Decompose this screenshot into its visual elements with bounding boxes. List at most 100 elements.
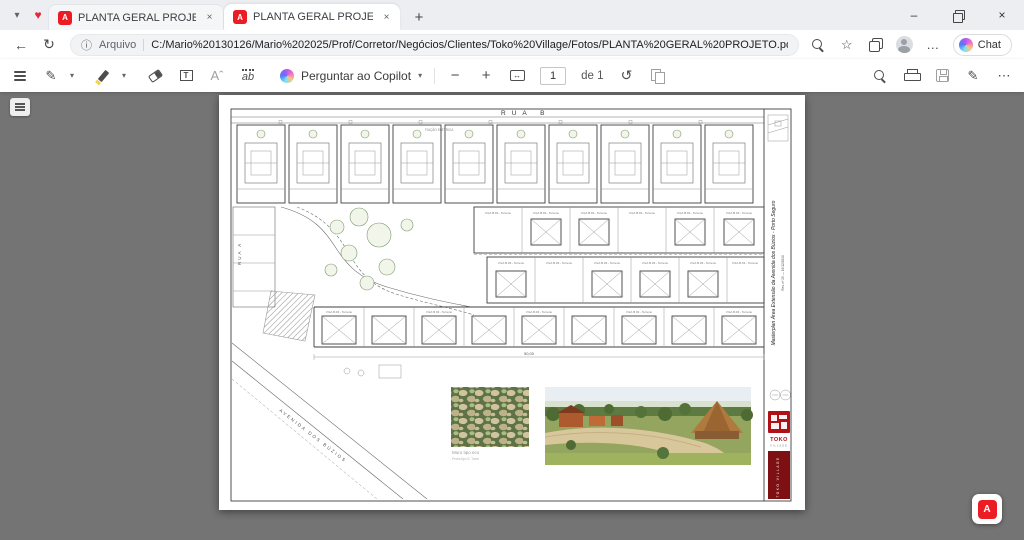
toolbar-divider: [434, 68, 435, 84]
zoom-indicator-icon[interactable]: [809, 36, 827, 54]
tab-2-label: PLANTA GERAL PROJETO.pdf: [253, 11, 373, 23]
pdf-toolbar: ✎ ▾ ▾ T Aˆ ab Perguntar ao Copilot ▾ − +…: [0, 59, 1024, 92]
tab-1-close-icon[interactable]: ×: [202, 10, 217, 25]
pdf-viewer-canvas[interactable]: RUA B FIAÇÃO ELÉTRICA: [0, 92, 1024, 540]
page-info-icon[interactable]: ⓘ: [81, 37, 92, 53]
save-button[interactable]: [934, 64, 950, 88]
brand-side-label: TOKO VILLAGE: [776, 456, 780, 497]
minimize-button[interactable]: –: [892, 0, 936, 30]
svg-text:VILA B.03 - Terreno: VILA B.03 - Terreno: [581, 211, 607, 215]
back-button[interactable]: ←: [8, 33, 34, 57]
lower-lot-row: VILA B.03 - Terreno VILA B.03 - Terreno …: [314, 307, 764, 347]
print-button[interactable]: [903, 64, 919, 88]
page-total-label: de 1: [581, 70, 603, 82]
ask-copilot-button[interactable]: Perguntar ao Copilot ▾: [280, 69, 422, 83]
fit-icon: ↔: [510, 70, 525, 81]
add-text-button[interactable]: T: [178, 64, 194, 88]
swatch-caption-2: Pedra tipo S. Tomé: [452, 457, 479, 461]
svg-text:VILA B.03 - Terreno: VILA B.03 - Terreno: [690, 261, 716, 265]
letter-a-icon: A: [210, 68, 219, 83]
pdf-favicon: A: [58, 11, 72, 25]
tab-2-close-icon[interactable]: ×: [379, 10, 394, 25]
svg-text:VILA B.03 - Terreno: VILA B.03 - Terreno: [485, 211, 511, 215]
restore-icon: [953, 10, 964, 21]
zoom-controls: − + ↔ de 1 ↺: [447, 64, 665, 88]
svg-text:VILA B.03 - Terreno: VILA B.03 - Terreno: [533, 211, 559, 215]
browser-window: ▾ ♥ A PLANTA GERAL PROJETO.pdf × A PLANT…: [0, 0, 1024, 540]
read-aloud-icon: ab: [242, 69, 254, 83]
copilot-chat-button[interactable]: Chat: [953, 34, 1012, 56]
draw-pen-button[interactable]: ✎: [43, 64, 59, 88]
browser-essentials-heart-icon[interactable]: ♥: [28, 8, 48, 22]
toko-logo: [768, 411, 790, 433]
search-icon: [873, 69, 887, 83]
annotate-button[interactable]: ✎: [965, 64, 981, 88]
eraser-button[interactable]: [147, 64, 163, 88]
tab-2-active[interactable]: A PLANTA GERAL PROJETO.pdf ×: [224, 4, 400, 30]
acrobat-icon: A: [978, 500, 997, 519]
tab-search-icon[interactable]: ▾: [6, 10, 28, 21]
magnifier-icon: [811, 38, 825, 52]
more-options-button[interactable]: ⋯: [996, 64, 1012, 88]
svg-text:VILA B.03 - Terreno: VILA B.03 - Terreno: [594, 261, 620, 265]
search-button[interactable]: [872, 64, 888, 88]
draw-pen-chevron-icon[interactable]: ▾: [64, 64, 80, 88]
chat-label: Chat: [978, 39, 1001, 51]
ask-copilot-label: Perguntar ao Copilot: [301, 69, 411, 83]
svg-text:VILA B.03 - Terreno: VILA B.03 - Terreno: [546, 261, 572, 265]
street-label-avenida: AVENIDA DOS BÚZIOS: [278, 407, 348, 464]
zoom-in-button[interactable]: +: [478, 64, 494, 88]
copilot-icon: [280, 69, 294, 83]
dimension-label: 50,00: [524, 351, 535, 356]
middle-lot-grid-2: VILA B.03 - Terreno VILA B.03 - Terreno …: [487, 257, 764, 303]
sidebar-toggle-icon: [15, 106, 25, 108]
highlighter-button[interactable]: [95, 64, 111, 88]
page-number-input[interactable]: [540, 67, 566, 85]
collections-icon[interactable]: [867, 36, 885, 54]
zoom-out-button[interactable]: −: [447, 64, 463, 88]
pdf-page: RUA B FIAÇÃO ELÉTRICA: [219, 95, 805, 510]
eraser-icon: [147, 68, 162, 82]
diagonal-avenue: AVENIDA DOS BÚZIOS: [232, 343, 427, 499]
pdf-tools-right: ✎ ⋯: [872, 64, 1012, 88]
new-tab-button[interactable]: +: [406, 4, 432, 30]
site-plan-drawing: RUA B FIAÇÃO ELÉTRICA: [219, 95, 805, 510]
page-view-button[interactable]: [649, 64, 665, 88]
highlighter-chevron-icon[interactable]: ▾: [116, 64, 132, 88]
svg-text:VILA B.03 - Terreno: VILA B.03 - Terreno: [629, 211, 655, 215]
collections-glyph: [869, 38, 882, 51]
electric-note: FIAÇÃO ELÉTRICA: [425, 127, 454, 132]
svg-text:VILA B.03 - Terreno: VILA B.03 - Terreno: [642, 261, 668, 265]
favorite-star-icon[interactable]: ☆: [838, 36, 856, 54]
street-label-rua-a: RUA A: [237, 242, 242, 265]
caret-icon: ˆ: [219, 68, 223, 83]
settings-menu-button[interactable]: …: [924, 36, 942, 54]
rotate-button[interactable]: ↺: [618, 64, 634, 88]
page-view-icon: [651, 69, 664, 82]
fit-to-width-button[interactable]: ↔: [509, 64, 525, 88]
svg-text:VILA B.03 - Terreno: VILA B.03 - Terreno: [498, 261, 524, 265]
swatch-caption-1: Muro tipo eco: [452, 450, 480, 455]
tab-1[interactable]: A PLANTA GERAL PROJETO.pdf ×: [48, 4, 224, 30]
address-bar: ← ↻ ⓘ Arquivo C:/Mario%20130126/Mario%20…: [0, 30, 1024, 59]
read-aloud-button[interactable]: ab: [240, 64, 256, 88]
reload-button[interactable]: ↻: [36, 33, 62, 57]
url-field[interactable]: ⓘ Arquivo C:/Mario%20130126/Mario%202025…: [70, 34, 799, 56]
table-of-contents-button[interactable]: [12, 64, 28, 88]
street-label-rua-b: RUA B: [501, 110, 551, 117]
titleblock-line1: Masterplan Área Extensão da Avenida dos …: [770, 200, 777, 345]
brand-subtitle: VILLAGE: [770, 444, 788, 448]
profile-avatar[interactable]: [896, 36, 913, 53]
close-button[interactable]: ×: [980, 0, 1024, 30]
svg-text:VILA B.03 - Terreno: VILA B.03 - Terreno: [626, 310, 652, 314]
brand-name: TOKO: [770, 437, 788, 443]
titleblock-line2: Rev. nº 25 — 15/12/2010: [781, 255, 785, 291]
svg-text:VILA B.03 - Terreno: VILA B.03 - Terreno: [726, 310, 752, 314]
restore-button[interactable]: [936, 0, 980, 30]
svg-text:VILA B.03 - Terreno: VILA B.03 - Terreno: [677, 211, 703, 215]
pdf-sidebar-toggle-button[interactable]: [10, 98, 30, 116]
svg-text:VILA B.03 - Terreno: VILA B.03 - Terreno: [426, 310, 452, 314]
window-controls: – ×: [892, 0, 1024, 30]
open-in-acrobat-button[interactable]: A: [972, 494, 1002, 524]
font-size-button[interactable]: Aˆ: [209, 64, 225, 88]
